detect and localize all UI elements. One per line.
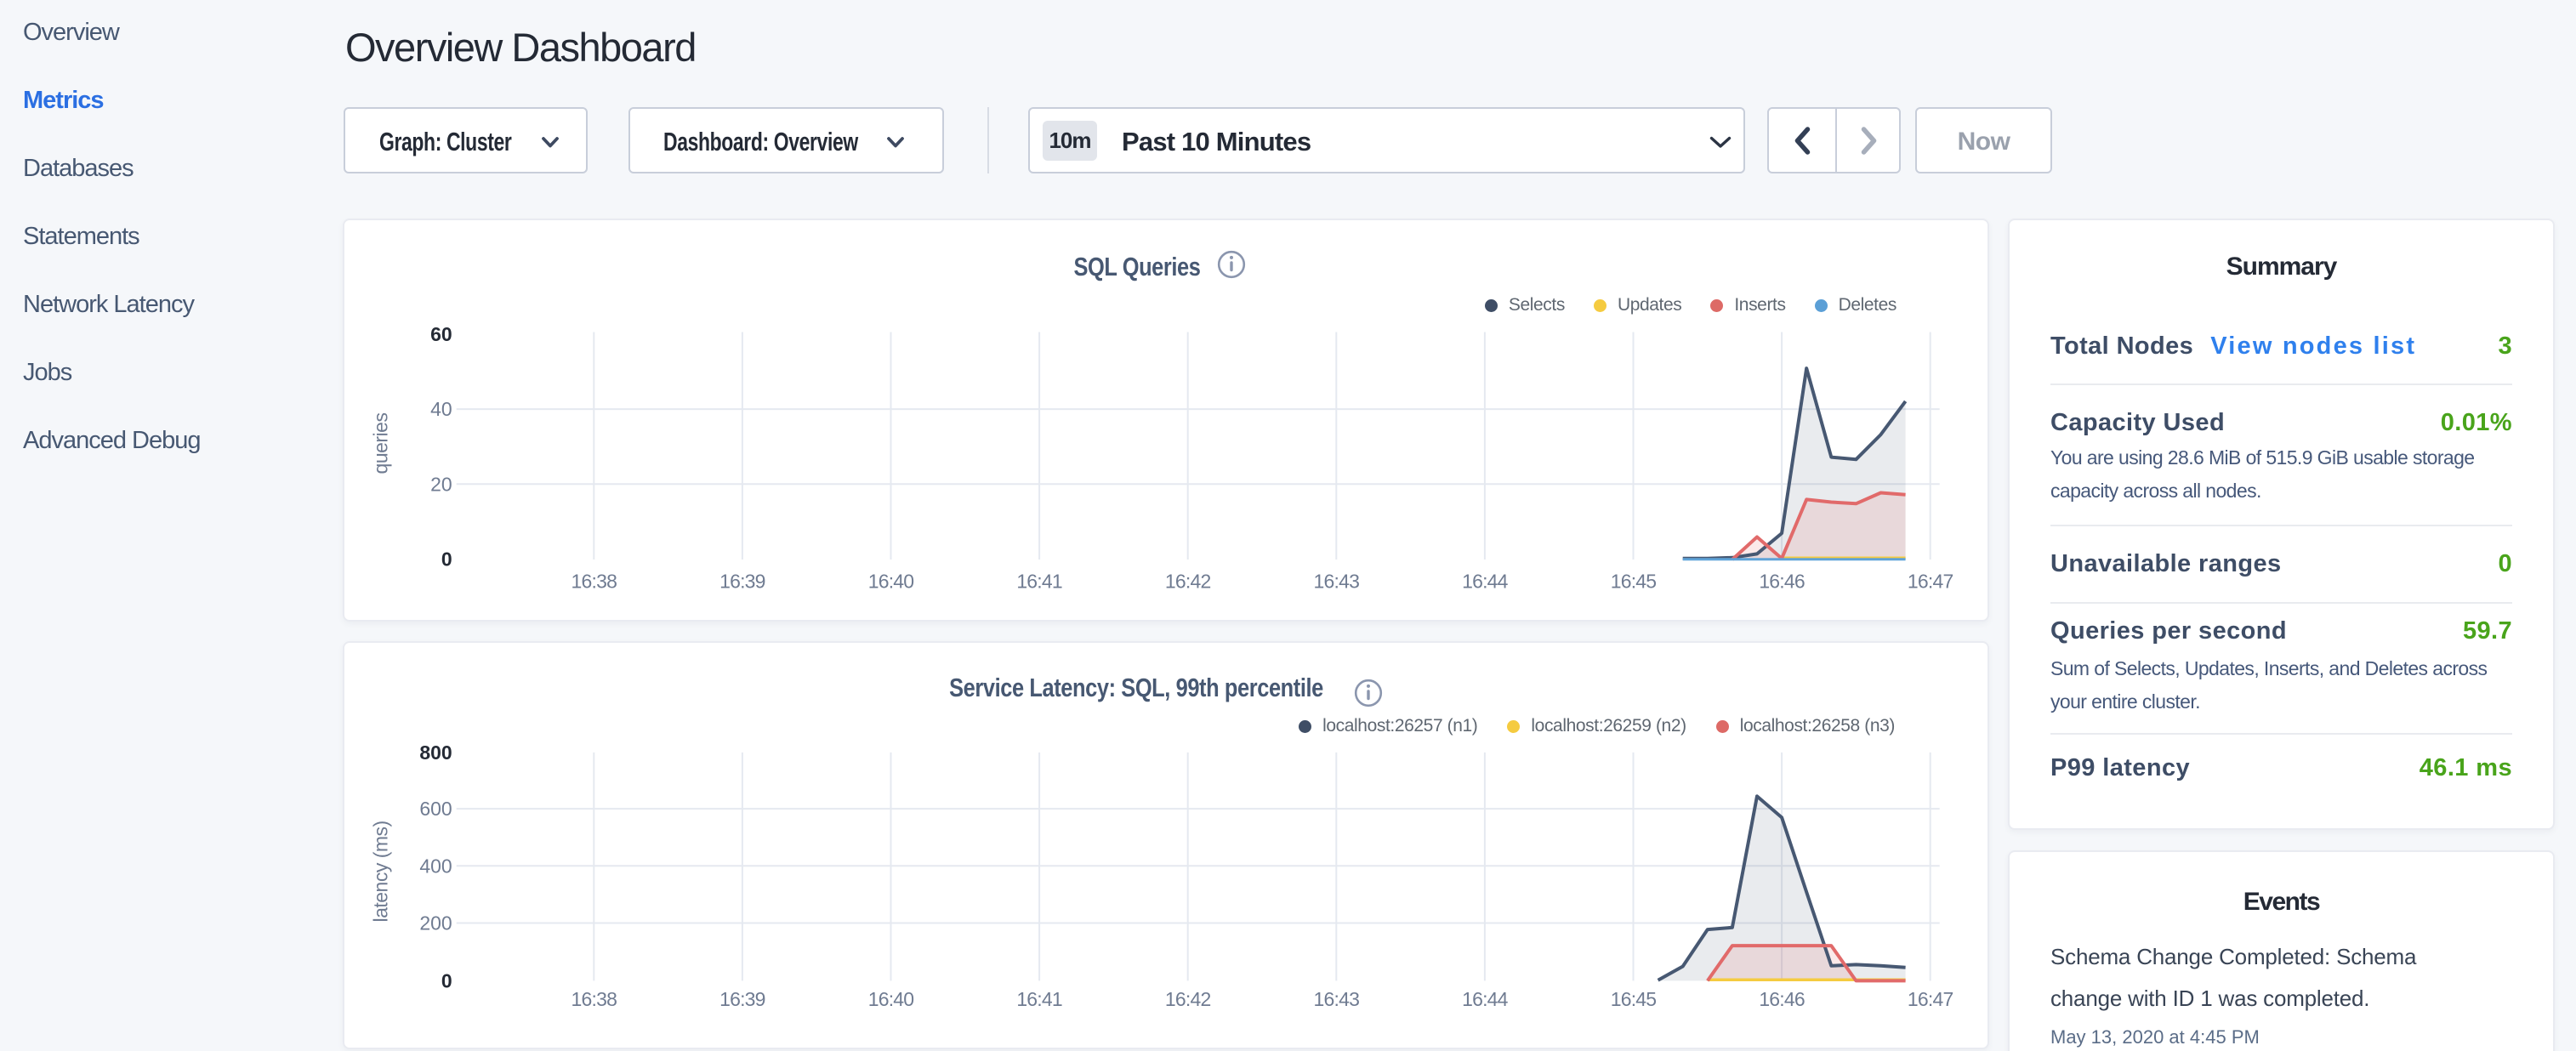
- svg-text:800: 800: [419, 741, 452, 764]
- svg-text:16:47: 16:47: [1908, 988, 1953, 1010]
- svg-text:queries: queries: [370, 413, 392, 474]
- svg-text:0: 0: [441, 969, 452, 991]
- svg-text:16:47: 16:47: [1908, 571, 1953, 593]
- svg-text:0: 0: [441, 548, 452, 571]
- svg-text:16:46: 16:46: [1759, 571, 1805, 593]
- svg-text:200: 200: [419, 912, 452, 935]
- svg-text:16:44: 16:44: [1462, 988, 1509, 1010]
- svg-text:16:41: 16:41: [1016, 988, 1062, 1010]
- svg-text:16:42: 16:42: [1165, 571, 1211, 593]
- svg-text:40: 40: [430, 398, 452, 420]
- svg-text:16:46: 16:46: [1759, 988, 1805, 1010]
- svg-text:400: 400: [419, 855, 452, 877]
- svg-text:16:39: 16:39: [719, 571, 765, 593]
- svg-text:16:39: 16:39: [719, 988, 765, 1010]
- svg-text:600: 600: [419, 798, 452, 820]
- svg-text:20: 20: [430, 473, 452, 495]
- svg-text:latency (ms): latency (ms): [370, 821, 392, 922]
- svg-text:16:40: 16:40: [868, 571, 914, 593]
- svg-text:16:42: 16:42: [1165, 988, 1211, 1010]
- svg-text:16:43: 16:43: [1314, 571, 1360, 593]
- svg-text:16:43: 16:43: [1314, 988, 1360, 1010]
- svg-text:16:45: 16:45: [1611, 988, 1657, 1010]
- svg-text:16:38: 16:38: [571, 571, 617, 593]
- svg-text:16:45: 16:45: [1611, 571, 1657, 593]
- svg-text:60: 60: [430, 323, 452, 345]
- svg-text:16:40: 16:40: [868, 988, 914, 1010]
- svg-text:16:38: 16:38: [571, 988, 617, 1010]
- svg-text:16:44: 16:44: [1462, 571, 1509, 593]
- svg-text:16:41: 16:41: [1016, 571, 1062, 593]
